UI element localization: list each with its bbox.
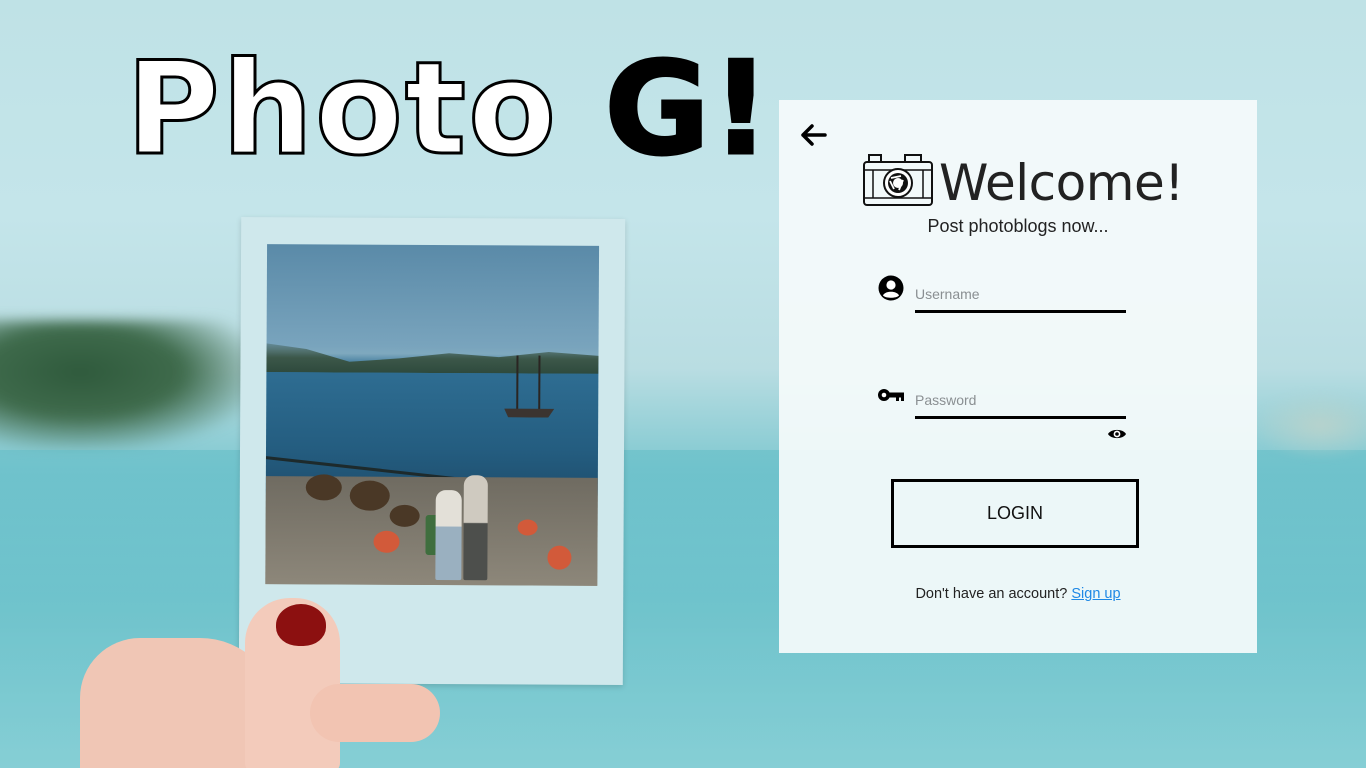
logo-text-part2: G! (603, 35, 772, 184)
arrow-left-icon (801, 124, 827, 146)
welcome-title: Welcome! (939, 154, 1184, 212)
back-button[interactable] (797, 120, 829, 150)
key-icon (877, 381, 905, 409)
background-haze (1250, 390, 1366, 460)
login-card: Welcome! Post photoblogs now... LOGIN Do… (779, 100, 1257, 653)
eye-icon (1108, 429, 1126, 439)
username-input[interactable] (915, 277, 1126, 313)
password-input[interactable] (915, 383, 1126, 419)
harbor-photo (265, 244, 600, 586)
camera-logo-icon (863, 154, 933, 206)
welcome-subtitle: Post photoblogs now... (927, 216, 1109, 236)
toggle-password-visibility[interactable] (1107, 426, 1127, 442)
background-hill (0, 320, 260, 450)
signup-prompt-line: Don't have an account? Sign up (779, 586, 1257, 608)
signup-prompt-text: Don't have an account? (915, 586, 1072, 602)
logo-text-part1: Photo (125, 35, 605, 184)
signup-link[interactable]: Sign up (1071, 586, 1120, 602)
login-button[interactable]: LOGIN (891, 479, 1139, 548)
user-circle-icon (877, 274, 905, 302)
app-logo: Photo G! (125, 38, 772, 181)
hand (80, 598, 440, 768)
